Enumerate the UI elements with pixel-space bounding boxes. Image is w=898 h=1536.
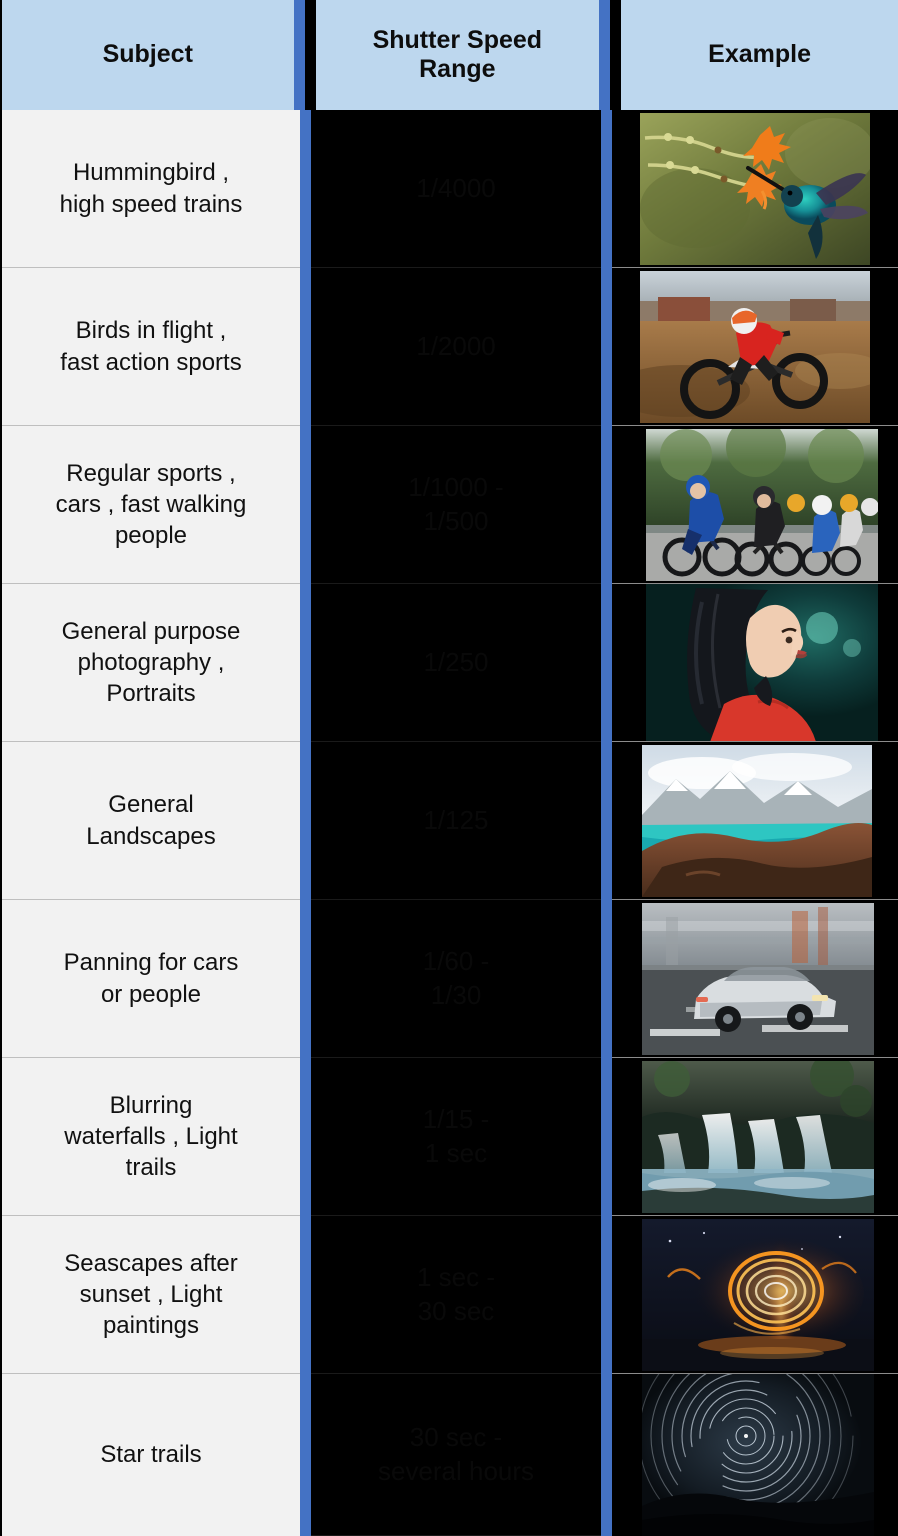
cell-subject: Hummingbird , high speed trains — [2, 110, 300, 268]
cell-example — [612, 110, 898, 268]
cell-shutter-speed: 1/2000 — [311, 268, 601, 426]
star-trails-photo — [642, 1374, 874, 1536]
cell-example — [612, 1216, 898, 1374]
table-header-row: Subject Shutter Speed Range Example — [0, 0, 898, 110]
cell-subject: General purpose photography , Portraits — [2, 584, 300, 742]
column-divider — [300, 1374, 311, 1536]
cell-subject: General Landscapes — [2, 742, 300, 900]
cell-example — [612, 584, 898, 742]
cell-shutter-speed: 1/250 — [311, 584, 601, 742]
cell-example — [612, 426, 898, 584]
cell-example — [612, 742, 898, 900]
column-divider — [601, 900, 612, 1058]
table-row: Birds in flight , fast action sports 1/2… — [0, 268, 898, 426]
cell-example — [612, 900, 898, 1058]
cell-shutter-speed: 1 sec - 30 sec — [311, 1216, 601, 1374]
column-divider — [601, 268, 612, 426]
cell-subject: Birds in flight , fast action sports — [2, 268, 300, 426]
column-divider — [601, 742, 612, 900]
panning-car-photo — [642, 902, 874, 1055]
column-divider — [300, 742, 311, 900]
table-body: Hummingbird , high speed trains 1/4000 B… — [0, 110, 898, 1536]
column-divider — [300, 900, 311, 1058]
portrait-photo — [646, 584, 878, 741]
cell-example — [612, 268, 898, 426]
column-divider — [300, 1216, 311, 1374]
column-divider — [300, 1058, 311, 1216]
cell-shutter-speed: 1/4000 — [311, 110, 601, 268]
cell-subject: Regular sports , cars , fast walking peo… — [2, 426, 300, 584]
table-row: Hummingbird , high speed trains 1/4000 — [0, 110, 898, 268]
landscape-photo — [642, 744, 872, 897]
cell-example — [612, 1374, 898, 1536]
light-painting-photo — [642, 1218, 874, 1371]
cell-shutter-speed: 1/60 - 1/30 — [311, 900, 601, 1058]
table-row: Star trails 30 sec - several hours — [0, 1374, 898, 1536]
table-row: Blurring waterfalls , Light trails 1/15 … — [0, 1058, 898, 1216]
column-divider — [601, 1216, 612, 1374]
column-header-example: Example — [621, 0, 898, 110]
header-divider-2 — [599, 0, 611, 110]
waterfall-photo — [642, 1060, 874, 1213]
column-divider — [601, 1374, 612, 1536]
column-divider — [601, 426, 612, 584]
table-row: Seascapes after sunset , Light paintings… — [0, 1216, 898, 1374]
column-divider — [300, 110, 311, 268]
cell-shutter-speed: 1/1000 - 1/500 — [311, 426, 601, 584]
header-divider-1 — [293, 0, 305, 110]
cell-shutter-speed: 1/125 — [311, 742, 601, 900]
cell-example — [612, 1058, 898, 1216]
cycling-peloton-photo — [646, 428, 878, 581]
column-header-subject: Subject — [2, 0, 294, 110]
column-divider — [601, 1058, 612, 1216]
hummingbird-photo — [640, 112, 870, 265]
motocross-photo — [640, 270, 870, 423]
table-row: General Landscapes 1/125 — [0, 742, 898, 900]
column-divider — [601, 110, 612, 268]
cell-subject: Panning for cars or people — [2, 900, 300, 1058]
cell-subject: Seascapes after sunset , Light paintings — [2, 1216, 300, 1374]
column-header-shutter-speed-range: Shutter Speed Range — [315, 0, 600, 110]
column-divider — [300, 584, 311, 742]
shutter-speed-reference-table: Subject Shutter Speed Range Example Humm… — [0, 0, 898, 1536]
column-divider — [300, 268, 311, 426]
cell-shutter-speed: 30 sec - several hours — [311, 1374, 601, 1536]
column-divider — [300, 426, 311, 584]
table-row: General purpose photography , Portraits … — [0, 584, 898, 742]
table-row: Regular sports , cars , fast walking peo… — [0, 426, 898, 584]
cell-shutter-speed: 1/15 - 1 sec — [311, 1058, 601, 1216]
cell-subject: Star trails — [2, 1374, 300, 1536]
column-divider — [601, 584, 612, 742]
table-row: Panning for cars or people 1/60 - 1/30 — [0, 900, 898, 1058]
cell-subject: Blurring waterfalls , Light trails — [2, 1058, 300, 1216]
